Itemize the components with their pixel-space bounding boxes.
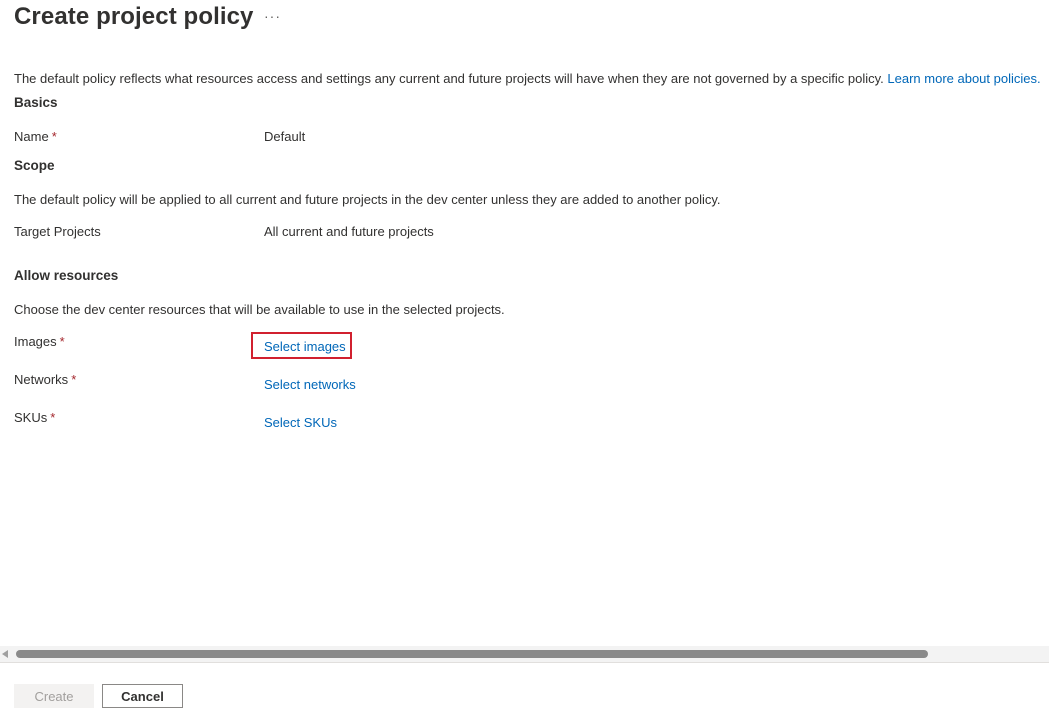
allow-resources-heading: Allow resources [14, 268, 119, 283]
intro-description: The default policy reflects what resourc… [14, 71, 1041, 86]
learn-more-link[interactable]: Learn more about policies. [887, 71, 1040, 86]
networks-label: Networks * [14, 372, 76, 387]
scrollbar-thumb[interactable] [16, 650, 928, 658]
horizontal-scrollbar[interactable] [0, 646, 1049, 662]
scroll-left-arrow-icon[interactable] [2, 650, 8, 658]
target-projects-value: All current and future projects [264, 224, 434, 239]
more-options-icon[interactable]: ··· [264, 8, 281, 24]
target-projects-label: Target Projects [14, 224, 101, 239]
name-label-text: Name [14, 129, 49, 144]
required-marker: * [71, 372, 77, 387]
basics-heading: Basics [14, 95, 58, 110]
name-value: Default [264, 129, 306, 144]
footer-divider [0, 662, 1049, 663]
select-networks-link[interactable]: Select networks [264, 377, 356, 392]
required-marker: * [59, 334, 65, 349]
name-label: Name * [14, 129, 57, 144]
intro-text: The default policy reflects what resourc… [14, 71, 884, 86]
cancel-button[interactable]: Cancel [102, 684, 183, 708]
page-title: Create project policy [14, 3, 254, 30]
networks-label-text: Networks [14, 372, 69, 387]
images-label: Images * [14, 334, 65, 349]
create-project-policy-page: Create project policy ··· The default po… [0, 0, 1049, 715]
required-marker: * [51, 129, 57, 144]
select-skus-link[interactable]: Select SKUs [264, 415, 337, 430]
required-marker: * [50, 410, 56, 425]
skus-label: SKUs * [14, 410, 55, 425]
allow-resources-description: Choose the dev center resources that wil… [14, 302, 505, 317]
skus-label-text: SKUs [14, 410, 48, 425]
create-button[interactable]: Create [14, 684, 94, 708]
images-label-text: Images [14, 334, 57, 349]
select-images-link[interactable]: Select images [264, 339, 346, 354]
scope-heading: Scope [14, 158, 55, 173]
scope-description: The default policy will be applied to al… [14, 192, 721, 207]
